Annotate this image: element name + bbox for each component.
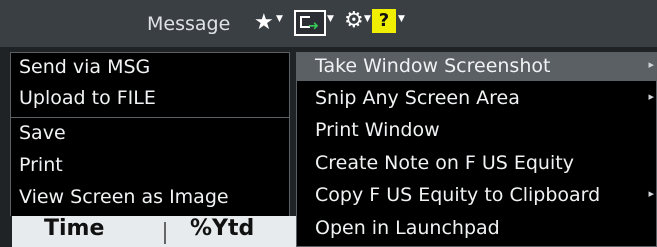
menu-item-upload-to-file[interactable]: Upload to FILE [19,87,156,109]
chevron-down-icon[interactable]: ▼ [276,14,283,24]
menu-item-label: Snip Any Screen Area [315,87,520,109]
chevron-right-icon: ▸ [648,90,654,103]
message-label[interactable]: Message [147,13,230,35]
menu-item-open-in-launchpad[interactable]: Open in Launchpad [297,215,656,243]
menu-item-snip-any-screen-area[interactable]: Snip Any Screen Area ▸ [297,85,656,113]
table-edge [0,216,12,247]
chevron-right-icon: ▸ [648,58,654,71]
toolbar: Message ★ ▼ ➜ ▼ ⚙ ▼ ? ▼ [0,0,657,47]
column-header-time[interactable]: Time [44,216,104,241]
menu-item-view-screen-as-image[interactable]: View Screen as Image [19,186,229,208]
menu-item-save[interactable]: Save [19,122,66,144]
column-header-ytd[interactable]: %Ytd [190,216,254,241]
help-button[interactable]: ? [372,9,396,33]
menu-item-label: Print Window [315,119,440,141]
star-icon[interactable]: ★ [254,10,274,35]
menu-item-label: Open in Launchpad [315,217,500,239]
capture-menu: Take Window Screenshot ▸ Snip Any Screen… [296,52,657,247]
screen-capture-button[interactable]: ➜ [294,10,326,36]
menu-item-take-window-screenshot[interactable]: Take Window Screenshot ▸ [297,53,656,81]
table-header: Time %Ytd [0,216,296,247]
chevron-down-icon[interactable]: ▼ [364,14,371,24]
chevron-right-icon: ▸ [648,187,654,200]
menu-item-copy-to-clipboard[interactable]: Copy F US Equity to Clipboard ▸ [297,182,656,210]
menu-item-label: Create Note on F US Equity [315,152,574,174]
menu-item-send-via-msg[interactable]: Send via MSG [19,56,150,78]
menu-item-print[interactable]: Print [19,154,63,176]
arrow-right-icon: ➜ [308,19,319,34]
chevron-down-icon[interactable]: ▼ [398,14,405,24]
gear-icon[interactable]: ⚙ [344,8,364,33]
menu-divider [11,117,289,118]
chevron-down-icon[interactable]: ▼ [327,14,334,24]
menu-item-create-note[interactable]: Create Note on F US Equity [297,150,656,178]
menu-item-label: Take Window Screenshot [315,55,551,77]
menu-item-print-window[interactable]: Print Window [297,117,656,145]
column-divider [164,222,166,244]
menu-item-label: Copy F US Equity to Clipboard [315,184,601,206]
share-menu: Send via MSG Upload to FILE Save Print V… [10,52,290,218]
